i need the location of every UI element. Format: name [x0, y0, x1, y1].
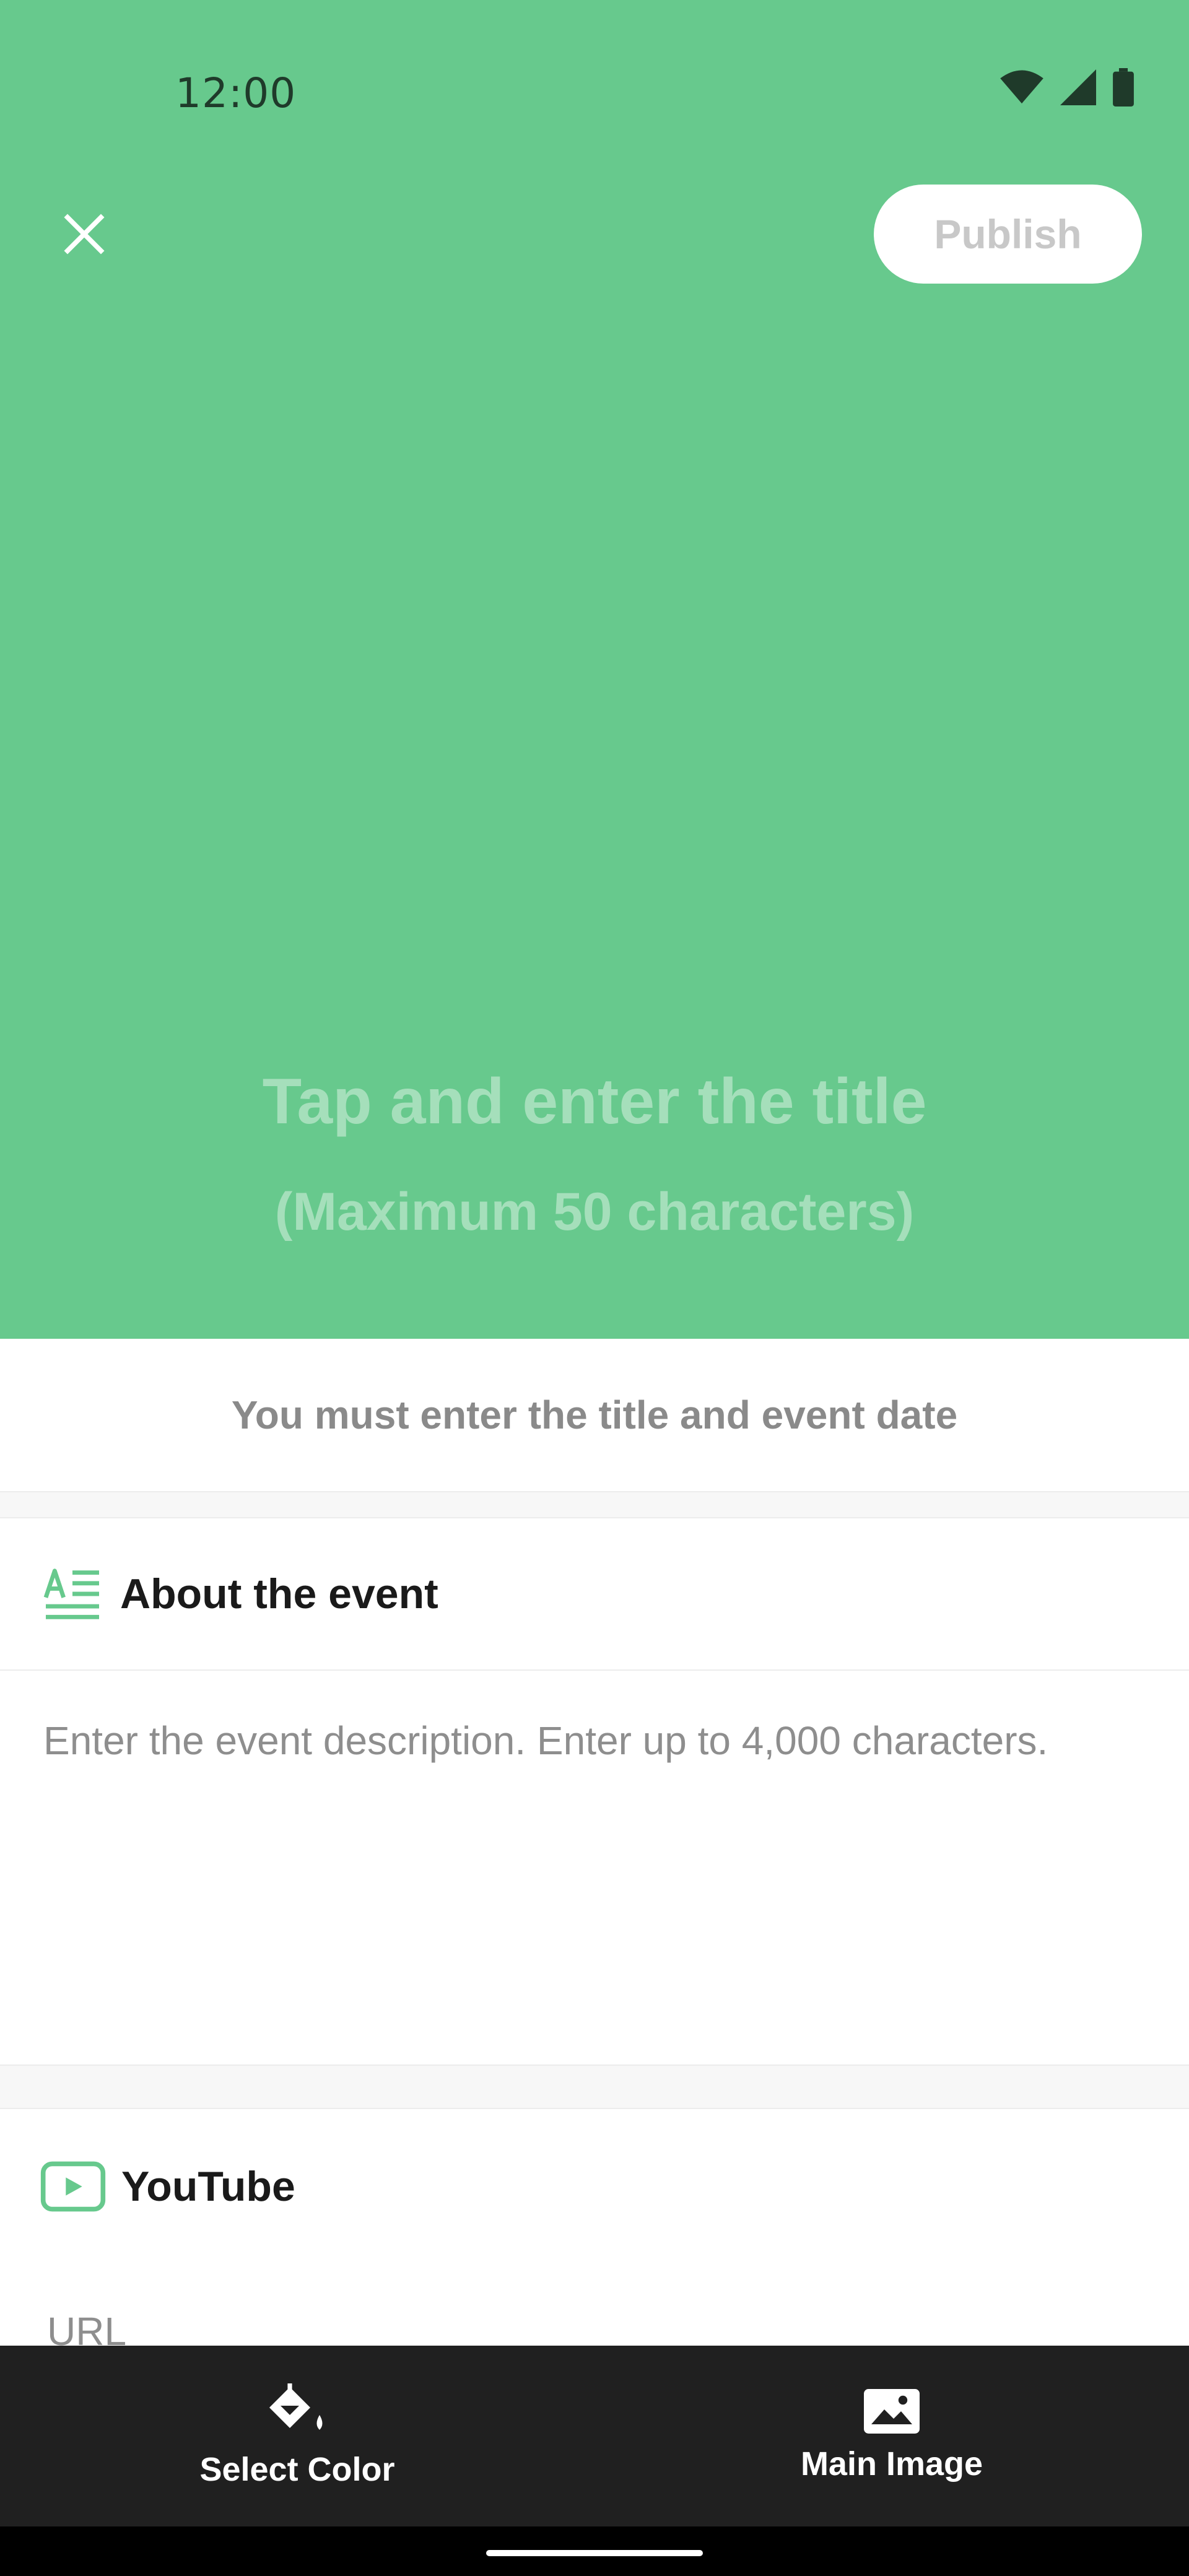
select-color-label: Select Color — [199, 2451, 395, 2488]
signal-icon — [1060, 69, 1096, 105]
wifi-icon — [1000, 70, 1043, 104]
about-section-header: About the event — [0, 1518, 1189, 1669]
youtube-url-field[interactable]: URL — [0, 2285, 1189, 2346]
close-button[interactable] — [53, 203, 115, 265]
title-input[interactable]: Tap and enter the title — [0, 1065, 1189, 1139]
close-icon — [64, 214, 105, 255]
main-image-button[interactable]: Main Image — [594, 2346, 1189, 2526]
youtube-section-header: YouTube — [0, 2109, 1189, 2264]
home-gesture-handle[interactable] — [486, 2550, 703, 2556]
youtube-section-label: YouTube — [121, 2163, 295, 2210]
text-align-icon — [43, 1569, 99, 1619]
bottom-toolbar: Select Color Main Image — [0, 2346, 1189, 2526]
publish-button[interactable]: Publish — [874, 185, 1142, 284]
title-hint: (Maximum 50 characters) — [274, 1182, 915, 1242]
validation-warning-text: You must enter the title and event date — [231, 1393, 958, 1437]
status-time: 12:00 — [175, 69, 297, 117]
image-icon — [864, 2389, 920, 2434]
status-icons — [1000, 68, 1135, 107]
about-section-label: About the event — [120, 1570, 438, 1617]
youtube-play-icon — [40, 2161, 106, 2212]
paint-bucket-icon — [269, 2383, 323, 2430]
event-description-placeholder: Enter the event description. Enter up to… — [43, 1718, 1048, 1763]
section-separator — [0, 2065, 1189, 2109]
battery-icon — [1113, 68, 1134, 107]
youtube-url-label: URL — [47, 2309, 127, 2346]
section-separator — [0, 1491, 1189, 1518]
main-image-label: Main Image — [800, 2445, 983, 2482]
select-color-button[interactable]: Select Color — [0, 2346, 594, 2526]
validation-warning: You must enter the title and event date — [0, 1339, 1189, 1491]
